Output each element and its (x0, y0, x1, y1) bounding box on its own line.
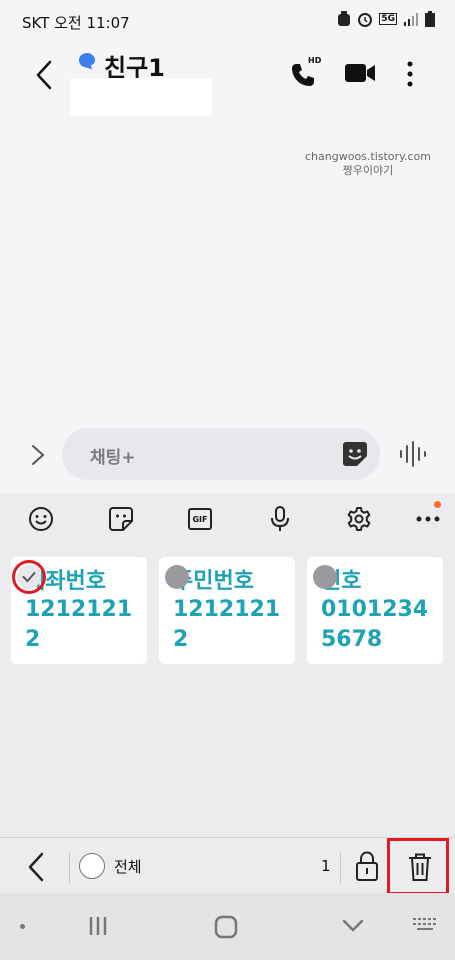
status-bar: SKT 오전 11:07 5G (0, 0, 455, 40)
nav-dot-icon[interactable] (20, 924, 25, 929)
keyboard-settings-button[interactable] (345, 505, 373, 533)
clipboard-item-checkbox[interactable] (313, 565, 337, 589)
home-icon[interactable] (214, 915, 238, 939)
recent-apps-icon[interactable] (88, 915, 108, 937)
alarm-icon (358, 13, 373, 27)
watermark-url: changwoos.tistory.com (305, 150, 431, 163)
message-bubble-icon (79, 53, 95, 70)
divider (69, 852, 70, 884)
system-navigation-bar (0, 893, 455, 960)
selected-count: 1 (321, 857, 331, 875)
redacted-phone-number (70, 78, 212, 116)
network-5g-icon: 5G (379, 13, 397, 25)
gear-icon (347, 507, 371, 531)
gif-icon: GIF (188, 508, 212, 530)
more-options-icon[interactable] (404, 60, 416, 88)
clipboard-item-value: 12121212 (25, 597, 133, 652)
chat-header: 친구1 HD (0, 40, 455, 120)
message-composer: 채팅+ (0, 425, 455, 483)
clipboard-item-checkbox[interactable] (165, 565, 189, 589)
video-call-icon[interactable] (344, 62, 376, 84)
keyboard-toolbar: GIF (0, 493, 455, 545)
phone-icon (292, 64, 314, 86)
notification-dot (434, 501, 441, 508)
watermark-blog-name: 짱우이야기 (342, 164, 394, 177)
hd-call-button[interactable]: HD (290, 56, 324, 88)
voice-typing-button[interactable] (266, 505, 294, 533)
clipboard-item[interactable]: 번호 0101234 5678 (307, 557, 443, 664)
highlight-box (387, 838, 449, 895)
emoji-icon (29, 507, 53, 531)
chevron-right-icon[interactable] (30, 443, 46, 467)
signal-icon (404, 13, 418, 26)
more-horizontal-icon (416, 516, 440, 522)
chat-input-placeholder: 채팅+ (90, 448, 136, 468)
chat-input[interactable]: 채팅+ (62, 428, 380, 480)
lock-icon[interactable] (354, 850, 380, 882)
sticker-button[interactable] (107, 505, 135, 533)
select-all-label[interactable]: 전체 (114, 856, 142, 877)
keyboard-icon[interactable] (412, 915, 438, 935)
voice-input-icon[interactable] (398, 441, 428, 467)
divider (340, 852, 341, 884)
status-icons: 5G (337, 11, 435, 27)
highlight-circle (12, 560, 46, 594)
clipboard-item-value: 0101234 5678 (321, 597, 429, 652)
battery-icon (425, 11, 435, 27)
select-all-checkbox[interactable] (79, 853, 105, 879)
keyboard-panel: GIF 계좌번호 12121212 주민번호 12121212 번호 01012… (0, 493, 455, 960)
keyboard-more-button[interactable] (414, 505, 442, 533)
clipboard-item[interactable]: 계좌번호 12121212 (11, 557, 147, 664)
emoji-button[interactable] (27, 505, 55, 533)
status-carrier-time: SKT 오전 11:07 (22, 14, 130, 32)
clipboard-item[interactable]: 주민번호 12121212 (159, 557, 295, 664)
clipboard-action-bar: 전체 1 (0, 837, 455, 895)
keyboard-sticker-icon (109, 507, 133, 531)
sticker-icon[interactable] (342, 441, 368, 467)
gif-button[interactable]: GIF (186, 505, 214, 533)
clipboard-item-value: 12121212 (173, 597, 281, 652)
watermark: changwoos.tistory.com 짱우이야기 (305, 150, 431, 178)
chevron-down-icon[interactable] (342, 919, 364, 933)
gif-label: GIF (192, 514, 208, 524)
microphone-icon (271, 506, 289, 531)
bixby-icon (338, 11, 351, 26)
back-arrow-icon[interactable] (30, 58, 60, 92)
back-arrow-icon[interactable] (26, 852, 46, 882)
hd-badge: HD (308, 56, 322, 65)
